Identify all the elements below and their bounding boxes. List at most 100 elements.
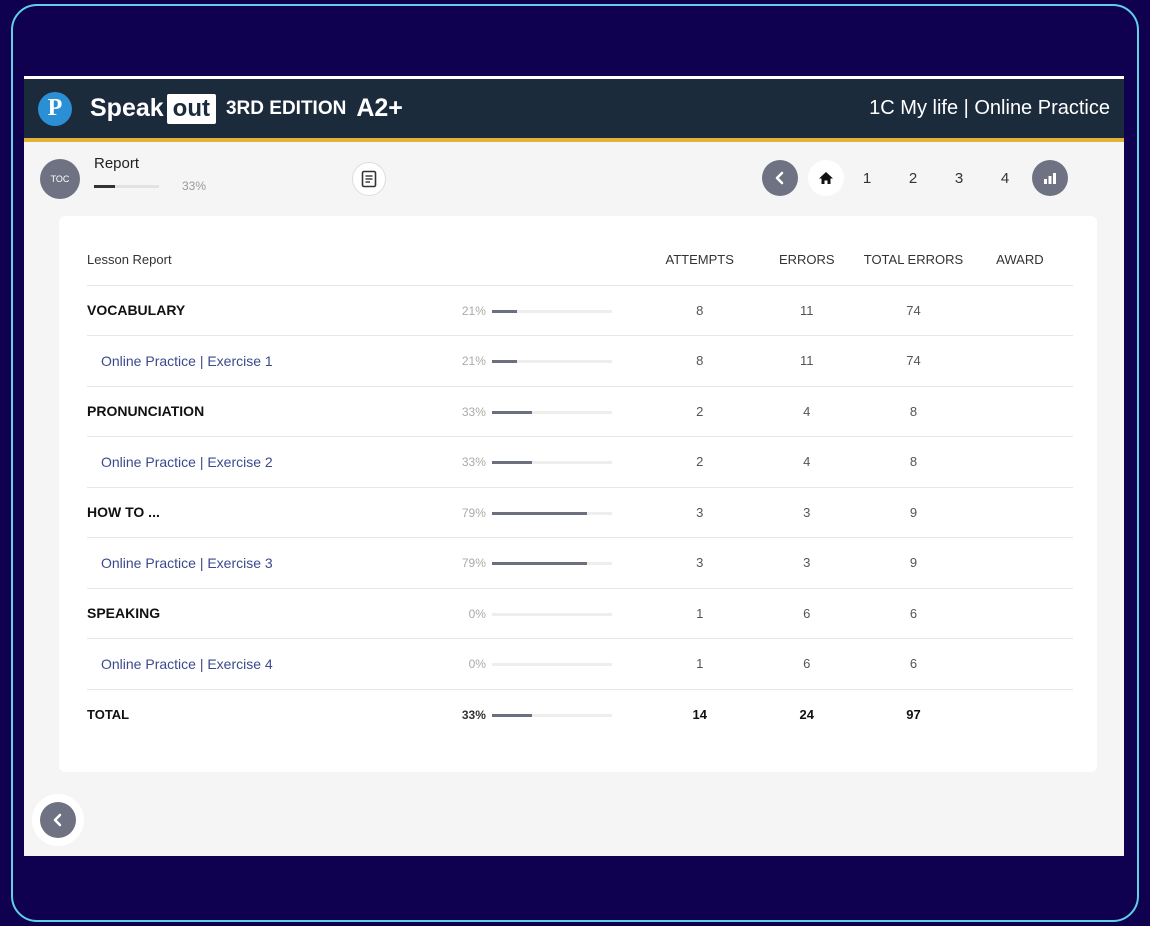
row-total-errors: 6 xyxy=(860,588,967,639)
row-award xyxy=(966,537,1073,589)
row-progress-bar xyxy=(491,461,612,465)
bar-chart-icon xyxy=(1044,173,1056,184)
row-errors: 11 xyxy=(753,285,861,336)
table-row[interactable]: Online Practice | Exercise 3 79% 3 3 9 xyxy=(87,537,1073,589)
row-progress-bar xyxy=(491,309,612,313)
errors-header: ERRORS xyxy=(753,235,861,286)
row-total-errors: 74 xyxy=(860,335,967,387)
row-progress-bar xyxy=(491,511,612,515)
row-progress-fill xyxy=(491,410,532,414)
row-progress-text: 21% xyxy=(461,354,486,369)
report-stats-button[interactable] xyxy=(1032,160,1068,196)
row-progress-text: 33% xyxy=(461,404,486,419)
row-award xyxy=(966,588,1073,639)
row-progress: 0% xyxy=(450,588,646,639)
row-progress-bar xyxy=(491,562,612,566)
row-award xyxy=(967,689,1073,740)
previous-page-button[interactable] xyxy=(762,160,798,196)
bottom-back-button[interactable] xyxy=(32,794,84,846)
page-title: 1C My life | Online Practice xyxy=(869,97,1110,119)
row-progress-text: 79% xyxy=(461,556,486,571)
award-header: AWARD xyxy=(966,235,1073,286)
page-2-link[interactable]: 2 xyxy=(890,170,936,187)
row-total-errors: 97 xyxy=(906,707,921,722)
row-award xyxy=(966,386,1073,437)
row-label: SPEAKING xyxy=(87,588,451,639)
app-window: P Speak out 3RD EDITION A2+ 1C My life |… xyxy=(24,76,1124,856)
page-3-link[interactable]: 3 xyxy=(936,170,982,187)
table-row: TOTAL 33% 14 24 97 xyxy=(87,689,1073,740)
row-attempts: 1 xyxy=(646,638,754,690)
table-row: PRONUNCIATION 33% 2 4 8 xyxy=(87,386,1073,437)
report-progress-bar xyxy=(94,185,159,188)
app-header: P Speak out 3RD EDITION A2+ 1C My life |… xyxy=(24,76,1124,142)
brand-logo: Speak out 3RD EDITION A2+ xyxy=(90,93,403,124)
row-total-errors: 9 xyxy=(860,537,967,589)
row-errors: 3 xyxy=(753,487,861,538)
row-attempts: 8 xyxy=(646,335,754,387)
row-progress-bar xyxy=(491,663,612,667)
page-4-link[interactable]: 4 xyxy=(982,170,1028,187)
document-icon[interactable] xyxy=(352,162,386,196)
row-progress-bar xyxy=(491,714,612,718)
table-row: HOW TO ... 79% 3 3 9 xyxy=(87,487,1073,538)
row-errors: 6 xyxy=(753,638,861,690)
row-label[interactable]: Online Practice | Exercise 3 xyxy=(87,537,451,589)
row-progress: 79% xyxy=(450,537,646,589)
row-progress-bar xyxy=(491,410,612,414)
back-circle xyxy=(40,802,76,838)
row-total-errors: 8 xyxy=(860,436,967,488)
lesson-report-header: Lesson Report xyxy=(87,235,451,286)
table-row[interactable]: Online Practice | Exercise 1 21% 8 11 74 xyxy=(87,335,1073,387)
row-errors: 24 xyxy=(799,707,815,722)
row-progress-fill xyxy=(491,562,587,566)
row-total-errors: 9 xyxy=(860,487,967,538)
toolbar: TOC Report 33% 1 2 3 4 xyxy=(24,142,1124,216)
home-button[interactable] xyxy=(808,160,844,196)
row-label[interactable]: Online Practice | Exercise 4 xyxy=(87,638,451,690)
row-progress: 0% xyxy=(450,638,646,690)
total-errors-header: TOTAL ERRORS xyxy=(860,235,967,286)
row-progress: 33% xyxy=(450,386,646,437)
brand-edition: 3RD EDITION xyxy=(225,97,347,119)
row-errors: 3 xyxy=(753,537,861,589)
page-navigation: 1 2 3 4 xyxy=(762,160,1068,196)
row-attempts: 3 xyxy=(646,537,754,589)
row-label: PRONUNCIATION xyxy=(87,386,451,437)
table-row[interactable]: Online Practice | Exercise 2 33% 2 4 8 xyxy=(87,436,1073,488)
progress-header xyxy=(450,235,646,286)
row-progress-text: 33% xyxy=(461,455,486,470)
row-progress: 79% xyxy=(450,487,646,538)
row-label[interactable]: Online Practice | Exercise 1 xyxy=(87,335,451,387)
row-progress: 21% xyxy=(450,335,646,387)
row-progress-bar xyxy=(491,612,612,616)
row-label: VOCABULARY xyxy=(87,285,451,336)
row-progress-text: 79% xyxy=(461,505,486,520)
row-progress-text: 33% xyxy=(461,708,486,722)
pearson-logo-icon: P xyxy=(38,91,72,126)
chevron-left-icon xyxy=(53,813,62,827)
row-progress-text: 0% xyxy=(468,606,486,621)
table-row[interactable]: Online Practice | Exercise 4 0% 1 6 6 xyxy=(87,638,1073,690)
brand-out: out xyxy=(166,93,216,124)
row-progress-bar xyxy=(491,360,612,364)
row-progress-fill xyxy=(491,309,518,313)
row-award xyxy=(966,285,1073,336)
brand-level: A2+ xyxy=(356,94,403,122)
row-progress-fill xyxy=(491,714,532,718)
table-header-row: Lesson Report ATTEMPTS ERRORS TOTAL ERRO… xyxy=(87,235,1073,286)
row-progress: 33% xyxy=(450,436,646,488)
row-errors: 6 xyxy=(753,588,861,639)
page-1-link[interactable]: 1 xyxy=(844,170,890,187)
row-award xyxy=(966,487,1073,538)
toc-button[interactable]: TOC xyxy=(40,159,80,199)
table-row: VOCABULARY 21% 8 11 74 xyxy=(87,285,1073,336)
table-row: SPEAKING 0% 1 6 6 xyxy=(87,588,1073,639)
brand-speak: Speak xyxy=(90,94,164,122)
row-award xyxy=(966,638,1073,690)
row-label[interactable]: Online Practice | Exercise 2 xyxy=(87,436,451,488)
report-progress-text: 33% xyxy=(182,179,207,193)
attempts-header: ATTEMPTS xyxy=(646,235,754,286)
report-label: Report xyxy=(94,155,140,172)
row-attempts: 1 xyxy=(646,588,754,639)
